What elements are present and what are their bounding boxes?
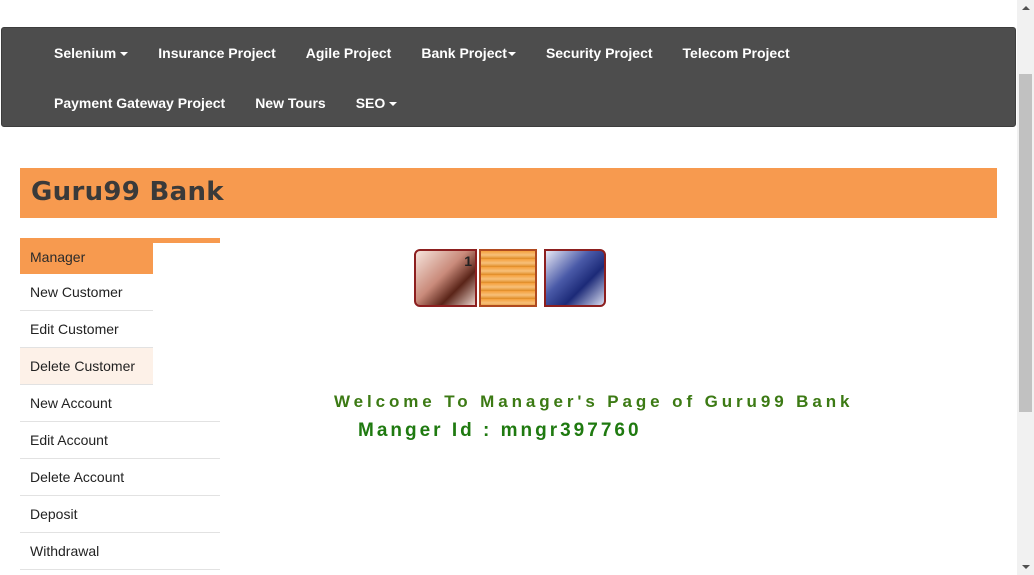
manager-id: Manger Id : mngr397760 [358,420,642,441]
sidebar-item-deposit[interactable]: Deposit [20,496,220,533]
arrow-up-icon [1022,6,1030,10]
nav-seo[interactable]: SEO [341,95,413,111]
nav-selenium[interactable]: Selenium [2,45,143,61]
nav-payment-gateway-project[interactable]: Payment Gateway Project [2,95,240,111]
nav-security-project[interactable]: Security Project [531,45,668,61]
nav-new-tours[interactable]: New Tours [240,95,341,111]
sidebar-item-delete-account[interactable]: Delete Account [20,459,220,496]
nav-selenium-label: Selenium [54,45,117,61]
banner-photo-workers [544,249,606,307]
nav-insurance-project[interactable]: Insurance Project [143,45,291,61]
nav-bank-label: Bank Project [421,45,507,61]
nav-telecom-label: Telecom Project [682,45,790,61]
sidebar-item-edit-customer[interactable]: Edit Customer [20,311,153,348]
photo-mark: 1 [464,253,472,269]
caret-down-icon [507,52,516,57]
bank-header: Guru99 Bank [20,168,997,218]
sidebar-item-manager[interactable]: Manager [20,243,153,274]
sidebar-item-withdrawal[interactable]: Withdrawal [20,533,220,570]
nav-telecom-project[interactable]: Telecom Project [668,45,805,61]
banner-photo-phone-call: 1 [414,249,477,307]
nav-security-label: Security Project [545,45,653,61]
sidebar-item-delete-customer[interactable]: Delete Customer [20,348,153,385]
top-navbar: Selenium Insurance Project Agile Project… [1,27,1016,127]
nav-insurance-label: Insurance Project [158,45,276,61]
nav-payment-label: Payment Gateway Project [54,95,226,111]
arrow-down-icon [1022,565,1030,569]
navbar-row-1: Selenium Insurance Project Agile Project… [2,28,805,78]
page: Selenium Insurance Project Agile Project… [0,0,1034,575]
sidebar-item-new-account[interactable]: New Account [20,385,220,422]
bank-title: Guru99 Bank [31,177,224,207]
banner-photo-coins [479,249,537,307]
nav-agile-project[interactable]: Agile Project [291,45,407,61]
nav-bank-project[interactable]: Bank Project [406,45,531,61]
nav-new-tours-label: New Tours [255,95,326,111]
nav-seo-label: SEO [355,95,386,111]
navbar-row-2: Payment Gateway Project New Tours SEO [2,78,412,128]
sidebar-menu: Manager New Customer Edit Customer Delet… [20,243,220,570]
scroll-up-button[interactable] [1017,0,1034,17]
caret-down-icon [389,102,398,107]
banner-images: 1 [414,246,606,308]
scroll-thumb[interactable] [1019,74,1032,412]
scroll-down-button[interactable] [1017,558,1034,575]
welcome-message: Welcome To Manager's Page of Guru99 Bank [334,392,854,411]
caret-down-icon [120,52,129,57]
nav-agile-label: Agile Project [305,45,392,61]
sidebar-item-edit-account[interactable]: Edit Account [20,422,220,459]
vertical-scrollbar[interactable] [1017,0,1034,575]
sidebar-item-new-customer[interactable]: New Customer [20,274,153,311]
